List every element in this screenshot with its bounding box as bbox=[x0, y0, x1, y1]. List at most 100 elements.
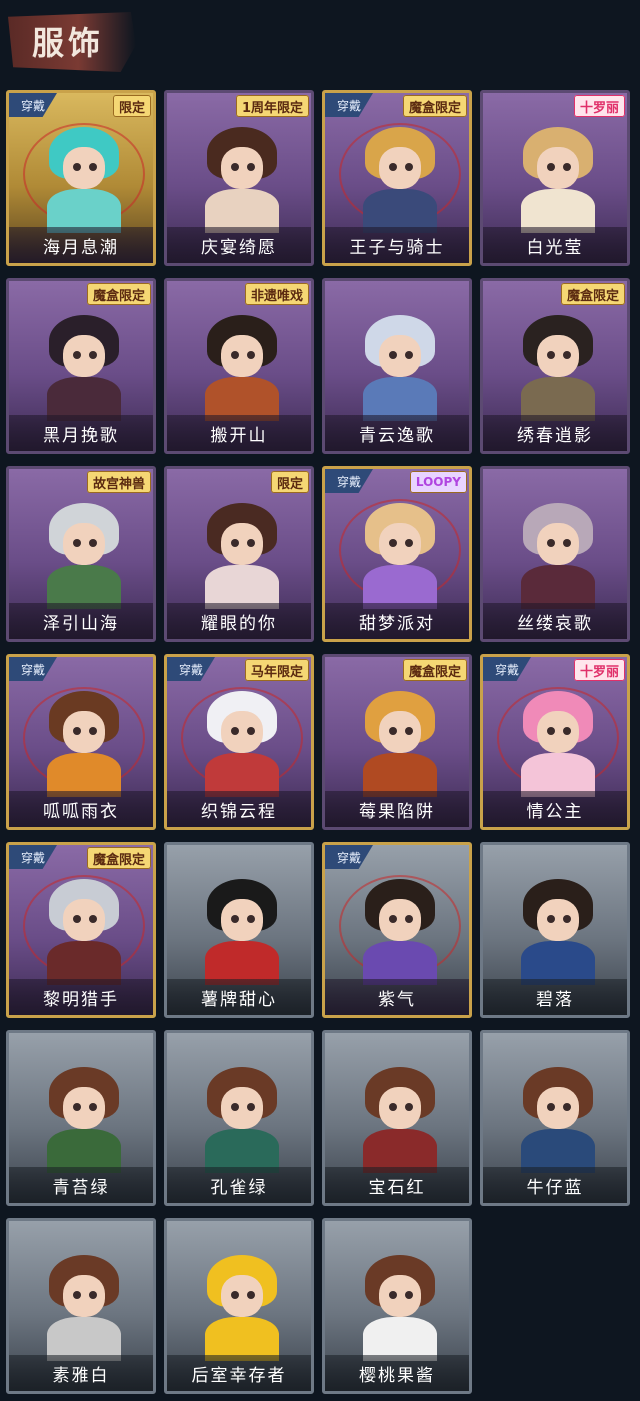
outfit-name: 织锦云程 bbox=[167, 791, 311, 827]
outfit-card[interactable]: 魔盒限定黑月挽歌 bbox=[6, 278, 156, 454]
character-portrait bbox=[513, 1067, 603, 1173]
outfit-card[interactable]: 孔雀绿 bbox=[164, 1030, 314, 1206]
outfit-name: 碧落 bbox=[483, 979, 627, 1015]
limited-tag: 故宫神兽 bbox=[86, 471, 151, 493]
character-portrait bbox=[355, 503, 445, 609]
outfit-name: 宝石红 bbox=[325, 1167, 469, 1203]
outfit-card[interactable]: 穿戴 LOOPY 甜梦派对 bbox=[322, 466, 472, 642]
worn-badge: 穿戴 bbox=[483, 657, 531, 681]
character-portrait bbox=[355, 879, 445, 985]
outfit-name: 黑月挽歌 bbox=[9, 415, 153, 451]
outfit-name: 呱呱雨衣 bbox=[9, 791, 153, 827]
character-portrait bbox=[513, 503, 603, 609]
outfit-name: 牛仔蓝 bbox=[483, 1167, 627, 1203]
outfit-name: 甜梦派对 bbox=[325, 603, 469, 639]
character-portrait bbox=[197, 315, 287, 421]
outfit-card[interactable]: 薯牌甜心 bbox=[164, 842, 314, 1018]
character-portrait bbox=[355, 127, 445, 233]
character-portrait bbox=[355, 1067, 445, 1173]
character-portrait bbox=[197, 1255, 287, 1361]
worn-badge: 穿戴 bbox=[325, 469, 373, 493]
outfit-name: 素雅白 bbox=[9, 1355, 153, 1391]
character-portrait bbox=[355, 1255, 445, 1361]
limited-tag: 魔盒限定 bbox=[402, 95, 467, 117]
limited-tag: 魔盒限定 bbox=[86, 847, 151, 869]
character-portrait bbox=[197, 879, 287, 985]
character-portrait bbox=[39, 1067, 129, 1173]
limited-tag: 非遗唯戏 bbox=[244, 283, 309, 305]
character-portrait bbox=[197, 1067, 287, 1173]
character-portrait bbox=[39, 503, 129, 609]
outfit-card[interactable]: 魔盒限定莓果陷阱 bbox=[322, 654, 472, 830]
outfit-name: 莓果陷阱 bbox=[325, 791, 469, 827]
outfit-card[interactable]: 青云逸歌 bbox=[322, 278, 472, 454]
outfit-card[interactable]: 限定耀眼的你 bbox=[164, 466, 314, 642]
worn-badge: 穿戴 bbox=[9, 93, 57, 117]
outfit-card[interactable]: 碧落 bbox=[480, 842, 630, 1018]
limited-tag: 1周年限定 bbox=[235, 95, 309, 117]
character-portrait bbox=[513, 315, 603, 421]
outfit-name: 青云逸歌 bbox=[325, 415, 469, 451]
limited-tag: 魔盒限定 bbox=[560, 283, 625, 305]
outfit-card[interactable]: 素雅白 bbox=[6, 1218, 156, 1394]
worn-badge: 穿戴 bbox=[325, 845, 373, 869]
outfit-card[interactable]: 穿戴 呱呱雨衣 bbox=[6, 654, 156, 830]
worn-badge: 穿戴 bbox=[9, 657, 57, 681]
outfit-name: 樱桃果酱 bbox=[325, 1355, 469, 1391]
outfit-card[interactable]: 魔盒限定绣春逍影 bbox=[480, 278, 630, 454]
outfit-card[interactable]: 丝缕哀歌 bbox=[480, 466, 630, 642]
outfit-card[interactable]: 后室幸存者 bbox=[164, 1218, 314, 1394]
outfit-card[interactable]: 1周年限定庆宴绮愿 bbox=[164, 90, 314, 266]
limited-tag: 马年限定 bbox=[244, 659, 309, 681]
limited-tag: 限定 bbox=[270, 471, 309, 493]
character-portrait bbox=[39, 879, 129, 985]
outfit-card[interactable]: 非遗唯戏搬开山 bbox=[164, 278, 314, 454]
outfit-card[interactable]: 穿戴 限定海月息潮 bbox=[6, 90, 156, 266]
limited-tag: LOOPY bbox=[409, 471, 467, 493]
outfit-card[interactable]: 樱桃果酱 bbox=[322, 1218, 472, 1394]
outfit-card[interactable]: 宝石红 bbox=[322, 1030, 472, 1206]
limited-tag: 十罗丽 bbox=[573, 95, 625, 117]
outfit-name: 白光莹 bbox=[483, 227, 627, 263]
outfit-card[interactable]: 青苔绿 bbox=[6, 1030, 156, 1206]
outfit-name: 海月息潮 bbox=[9, 227, 153, 263]
page-header: 服饰 bbox=[0, 0, 640, 80]
limited-tag: 十罗丽 bbox=[573, 659, 625, 681]
character-portrait bbox=[355, 315, 445, 421]
outfit-name: 庆宴绮愿 bbox=[167, 227, 311, 263]
outfit-card[interactable]: 穿戴 紫气 bbox=[322, 842, 472, 1018]
worn-badge: 穿戴 bbox=[9, 845, 57, 869]
outfit-name: 薯牌甜心 bbox=[167, 979, 311, 1015]
outfit-card[interactable]: 穿戴 十罗丽情公主 bbox=[480, 654, 630, 830]
limited-tag: 魔盒限定 bbox=[86, 283, 151, 305]
outfit-name: 紫气 bbox=[325, 979, 469, 1015]
character-portrait bbox=[197, 691, 287, 797]
outfit-name: 泽引山海 bbox=[9, 603, 153, 639]
outfit-name: 情公主 bbox=[483, 791, 627, 827]
outfit-name: 丝缕哀歌 bbox=[483, 603, 627, 639]
character-portrait bbox=[513, 691, 603, 797]
character-portrait bbox=[39, 691, 129, 797]
outfit-card[interactable]: 穿戴 魔盒限定黎明猎手 bbox=[6, 842, 156, 1018]
limited-tag: 魔盒限定 bbox=[402, 659, 467, 681]
character-portrait bbox=[39, 127, 129, 233]
outfit-card[interactable]: 故宫神兽泽引山海 bbox=[6, 466, 156, 642]
outfit-name: 绣春逍影 bbox=[483, 415, 627, 451]
outfit-card[interactable]: 穿戴 魔盒限定 王子与骑士 bbox=[322, 90, 472, 266]
page-title: 服饰 bbox=[32, 24, 105, 62]
outfit-card[interactable]: 十罗丽白光莹 bbox=[480, 90, 630, 266]
limited-tag: 限定 bbox=[112, 95, 151, 117]
character-portrait bbox=[197, 127, 287, 233]
character-portrait bbox=[39, 315, 129, 421]
outfit-name: 搬开山 bbox=[167, 415, 311, 451]
worn-badge: 穿戴 bbox=[325, 93, 373, 117]
character-portrait bbox=[513, 127, 603, 233]
outfit-card[interactable]: 穿戴 马年限定织锦云程 bbox=[164, 654, 314, 830]
outfit-name: 后室幸存者 bbox=[167, 1355, 311, 1391]
outfit-name: 黎明猎手 bbox=[9, 979, 153, 1015]
outfit-card[interactable]: 牛仔蓝 bbox=[480, 1030, 630, 1206]
worn-badge: 穿戴 bbox=[167, 657, 215, 681]
character-portrait bbox=[197, 503, 287, 609]
outfit-name: 耀眼的你 bbox=[167, 603, 311, 639]
outfit-name: 孔雀绿 bbox=[167, 1167, 311, 1203]
